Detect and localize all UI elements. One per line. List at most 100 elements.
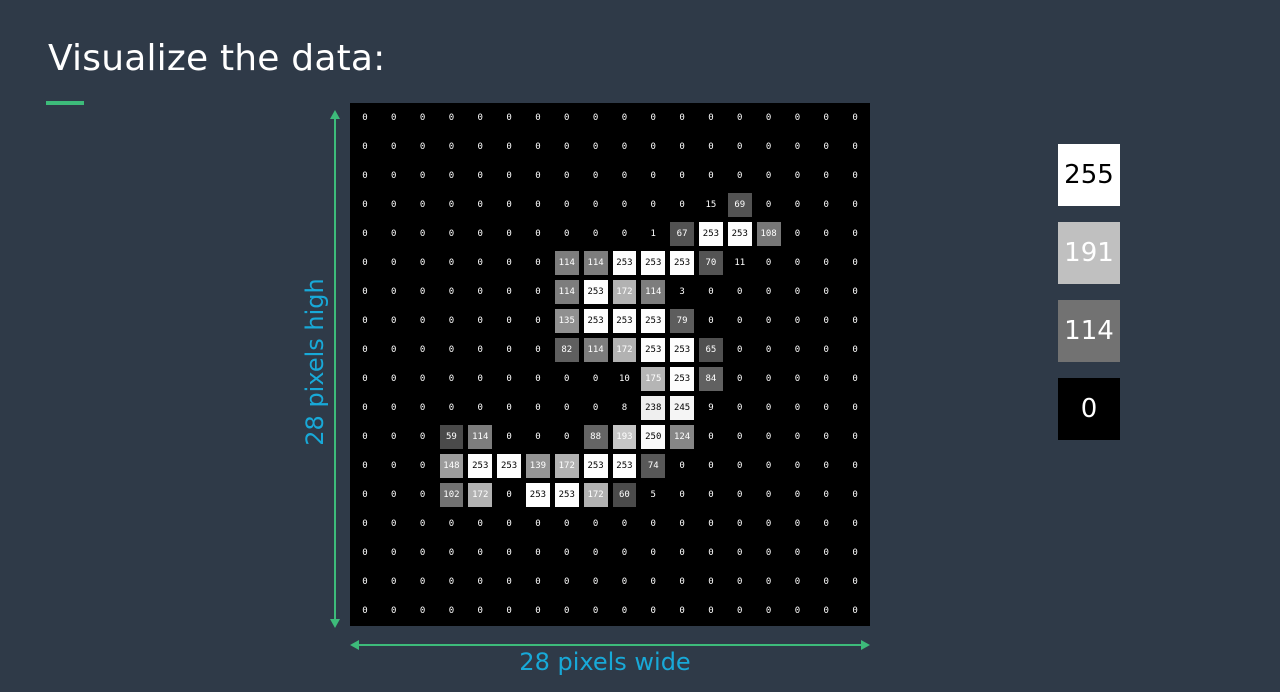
pixel-cell: 0	[814, 338, 839, 362]
pixel-cell: 0	[785, 367, 810, 391]
pixel-cell: 0	[497, 599, 521, 623]
pixel-cell: 0	[439, 164, 464, 188]
pixel-cell: 0	[727, 570, 752, 594]
pixel-cell: 0	[756, 541, 781, 565]
pixel-cell: 74	[641, 454, 666, 478]
pixel-cell: 0	[756, 106, 781, 130]
pixel-cell: 0	[756, 396, 781, 420]
pixel-cell: 0	[353, 454, 377, 478]
pixel-cell: 114	[641, 280, 666, 304]
pixel-cell: 0	[353, 251, 377, 275]
pixel-cell: 0	[814, 454, 839, 478]
pixel-cell: 0	[641, 512, 666, 536]
pixel-cell: 0	[353, 222, 377, 246]
pixel-cell: 0	[612, 106, 637, 130]
pixel-cell: 0	[843, 541, 867, 565]
pixel-cell: 0	[526, 396, 550, 420]
pixel-cell: 0	[612, 135, 637, 159]
pixel-cell: 0	[497, 425, 521, 449]
pixel-cell: 114	[468, 425, 493, 449]
pixel-cell: 0	[526, 512, 550, 536]
pixel-cell: 3	[670, 280, 694, 304]
pixel-cell: 0	[468, 193, 493, 217]
height-label: 28 pixels high	[301, 278, 329, 446]
pixel-cell: 0	[756, 483, 781, 507]
pixel-cell: 172	[554, 454, 579, 478]
pixel-cell: 0	[583, 193, 608, 217]
pixel-cell: 0	[439, 280, 464, 304]
pixel-cell: 0	[468, 135, 493, 159]
pixel-cell: 114	[554, 280, 579, 304]
pixel-cell: 0	[497, 222, 521, 246]
pixel-cell: 0	[785, 106, 810, 130]
pixel-cell: 0	[497, 512, 521, 536]
pixel-cell: 0	[526, 599, 550, 623]
legend-swatch: 255	[1058, 144, 1120, 206]
pixel-cell: 0	[670, 570, 694, 594]
pixel-cell: 0	[843, 570, 867, 594]
pixel-cell: 0	[785, 512, 810, 536]
pixel-cell: 0	[381, 396, 406, 420]
pixel-cell: 0	[583, 222, 608, 246]
pixel-cell: 172	[612, 280, 637, 304]
pixel-cell: 0	[468, 222, 493, 246]
pixel-cell: 0	[353, 396, 377, 420]
slide-title: Visualize the data:	[48, 38, 386, 79]
pixel-cell: 172	[468, 483, 493, 507]
pixel-cell: 0	[468, 367, 493, 391]
pixel-cell: 0	[410, 164, 435, 188]
pixel-cell: 0	[785, 338, 810, 362]
pixel-cell: 0	[612, 570, 637, 594]
pixel-cell: 0	[439, 367, 464, 391]
pixel-cell: 0	[756, 454, 781, 478]
pixel-cell: 8	[612, 396, 637, 420]
pixel-cell: 0	[410, 309, 435, 333]
pixel-cell: 253	[583, 309, 608, 333]
pixel-cell: 0	[785, 280, 810, 304]
pixel-cell: 0	[670, 106, 694, 130]
pixel-cell: 0	[699, 599, 723, 623]
pixel-cell: 0	[785, 483, 810, 507]
pixel-cell: 0	[583, 541, 608, 565]
pixel-cell: 0	[353, 599, 377, 623]
pixel-cell: 0	[785, 251, 810, 275]
pixel-cell: 0	[756, 135, 781, 159]
pixel-cell: 70	[699, 251, 723, 275]
pixel-cell: 0	[756, 338, 781, 362]
pixel-cell: 0	[583, 512, 608, 536]
pixel-cell: 0	[699, 425, 723, 449]
pixel-cell: 59	[439, 425, 464, 449]
pixel-cell: 0	[353, 512, 377, 536]
pixel-cell: 0	[843, 193, 867, 217]
pixel-cell: 0	[554, 599, 579, 623]
pixel-cell: 253	[612, 309, 637, 333]
pixel-cell: 0	[381, 193, 406, 217]
pixel-cell: 0	[410, 193, 435, 217]
pixel-cell: 0	[785, 570, 810, 594]
pixel-cell: 0	[843, 396, 867, 420]
pixel-cell: 0	[353, 425, 377, 449]
pixel-cell: 0	[439, 570, 464, 594]
pixel-cell: 253	[612, 454, 637, 478]
pixel-cell: 0	[410, 280, 435, 304]
pixel-cell: 0	[381, 483, 406, 507]
pixel-cell: 60	[612, 483, 637, 507]
pixel-cell: 253	[670, 367, 694, 391]
pixel-cell: 0	[583, 396, 608, 420]
pixel-cell: 0	[468, 512, 493, 536]
pixel-cell: 0	[756, 367, 781, 391]
pixel-cell: 0	[727, 454, 752, 478]
pixel-cell: 0	[468, 280, 493, 304]
pixel-cell: 0	[410, 541, 435, 565]
pixel-cell: 0	[583, 599, 608, 623]
pixel-cell: 0	[699, 454, 723, 478]
slide: Visualize the data: 28 pixels high 00000…	[0, 0, 1280, 692]
pixel-cell: 0	[381, 570, 406, 594]
pixel-cell: 0	[843, 367, 867, 391]
pixel-cell: 0	[699, 512, 723, 536]
pixel-cell: 0	[497, 483, 521, 507]
pixel-cell: 0	[439, 599, 464, 623]
pixel-cell: 0	[353, 309, 377, 333]
pixel-cell: 0	[439, 512, 464, 536]
pixel-cell: 0	[727, 164, 752, 188]
